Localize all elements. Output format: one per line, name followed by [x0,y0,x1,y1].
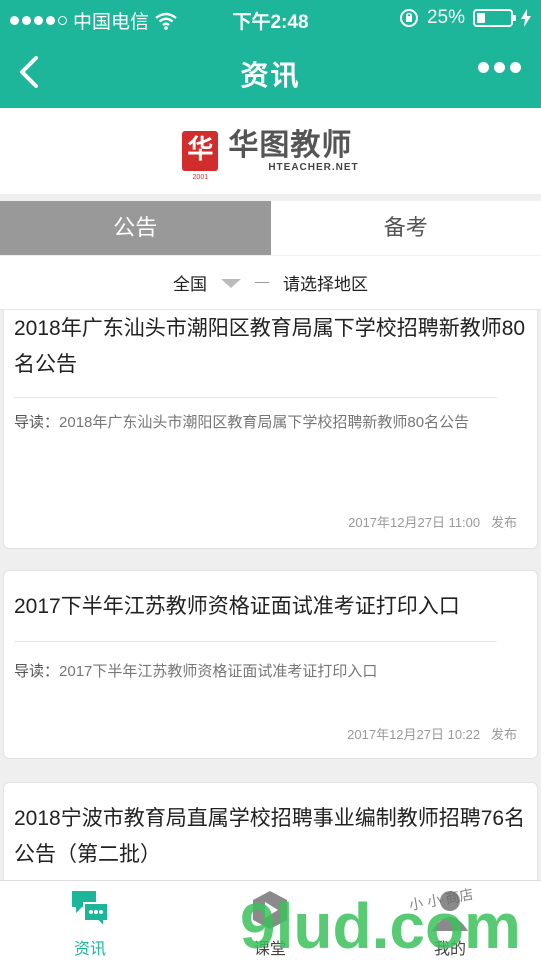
battery-icon [473,9,516,27]
publish-date: 2017年12月27日 11:00 [348,515,481,530]
region-selector: 全国 请选择地区 [0,256,541,310]
article-list: 2018年广东汕头市潮阳区教育局属下学校招聘新教师80名公告 导读：2018年广… [0,310,541,880]
bottom-tab-label: 课堂 [253,941,286,958]
bottom-tab-me[interactable]: 我的 [390,881,510,960]
article-card[interactable]: 2018宁波市教育局直属学校招聘事业编制教师招聘76名公告（第二批） [3,782,538,880]
more-dot-icon [478,62,489,73]
article-publish-time: 2017年12月27日 11:00 发布 [348,512,517,531]
nav-bar: 资讯 [0,40,541,104]
bottom-tab-label: 我的 [433,941,466,958]
publish-date: 2017年12月27日 10:22 [347,727,481,742]
brand-logo-glyph: 华 [187,134,214,164]
tab-exam-prep[interactable]: 备考 [271,201,541,255]
article-title[interactable]: 2018宁波市教育局直属学校招聘事业编制教师招聘76名公告（第二批） [14,801,527,873]
top-bar: 中国电信 下午2:48 25% 资讯 [0,0,541,108]
separator-dash [255,282,269,283]
article-summary: 导读：2018年广东汕头市潮阳区教育局属下学校招聘新教师80名公告 [14,408,523,437]
region-select[interactable]: 请选择地区 [283,270,368,295]
battery-percent: 25% [426,7,465,28]
charging-icon [521,9,531,27]
more-dot-icon [510,62,521,73]
country-select[interactable]: 全国 [173,270,207,295]
brand-since: SINCE 2001 [189,166,212,181]
more-button[interactable] [478,62,521,73]
category-tabs: 公告 备考 [0,201,541,255]
bottom-tab-bar: 资讯 课堂 我的 [0,880,541,960]
user-icon [432,891,468,931]
article-card[interactable]: 2018年广东汕头市潮阳区教育局属下学校招聘新教师80名公告 导读：2018年广… [3,310,538,549]
bottom-tab-news[interactable]: 资讯 [30,881,150,960]
play-icon [253,891,287,929]
article-title[interactable]: 2018年广东汕头市潮阳区教育局属下学校招聘新教师80名公告 [14,311,527,383]
divider [14,641,497,642]
more-dot-icon [494,62,505,73]
summary-lead: 导读： [14,414,60,431]
summary-lead: 导读： [14,663,60,680]
summary-text: 2018年广东汕头市潮阳区教育局属下学校招聘新教师80名公告 [59,414,470,431]
status-right: 25% [399,7,531,29]
page-title: 资讯 [240,60,301,91]
brand-banner: 华 SINCE 2001 华图教师 HTEACHER.NET [0,108,541,194]
brand-name-cn: 华图教师 [228,128,353,162]
brand-logo-mark: 华 SINCE 2001 [182,131,219,181]
article-publish-time: 2017年12月27日 10:22 发布 [347,724,517,743]
tab-announcements[interactable]: 公告 [0,201,271,255]
summary-text: 2017下半年江苏教师资格证面试准考证打印入口 [59,663,378,680]
article-summary: 导读：2017下半年江苏教师资格证面试准考证打印入口 [14,657,523,686]
publish-suffix: 发布 [490,515,517,530]
divider [14,397,497,398]
bottom-tab-class[interactable]: 课堂 [210,881,330,960]
publish-suffix: 发布 [490,727,517,742]
status-bar: 中国电信 下午2:48 25% [0,0,541,36]
article-card[interactable]: 2017下半年江苏教师资格证面试准考证打印入口 导读：2017下半年江苏教师资格… [3,570,538,759]
orientation-lock-icon [399,9,418,27]
caret-down-icon[interactable] [221,279,241,288]
chat-bubbles-icon [72,891,109,930]
article-title[interactable]: 2017下半年江苏教师资格证面试准考证打印入口 [14,589,527,625]
bottom-tab-label: 资讯 [73,941,106,958]
brand-name-en: HTEACHER.NET [268,161,359,173]
brand-name: 华图教师 HTEACHER.NET [228,128,359,173]
